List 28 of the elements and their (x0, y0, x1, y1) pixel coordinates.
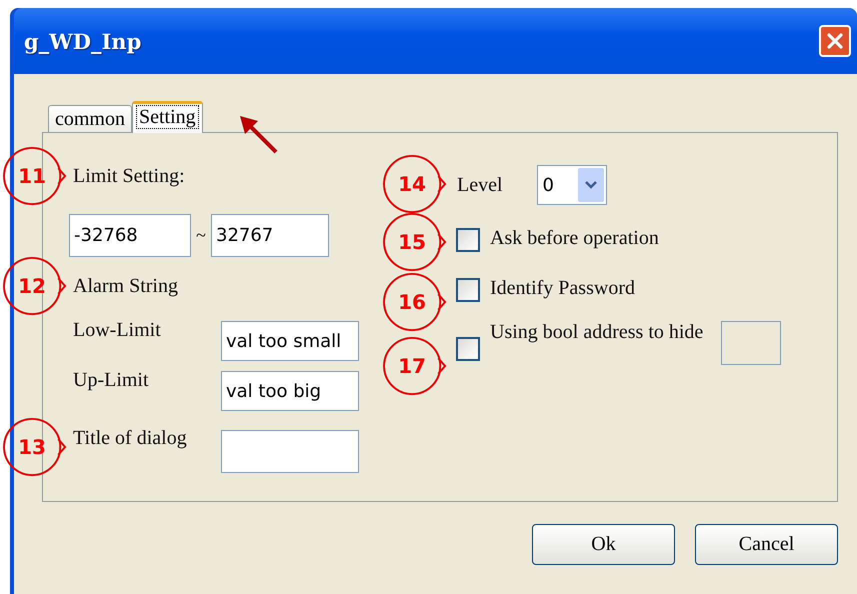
title-of-dialog-label: Title of dialog (73, 427, 187, 450)
max-input-field[interactable]: 32767 (211, 214, 329, 257)
close-button[interactable] (819, 25, 851, 57)
message-input-field[interactable]: val too big (221, 371, 359, 411)
chevron-down-icon (584, 181, 597, 189)
message-input-field[interactable]: val too small (221, 321, 359, 361)
checkbox[interactable] (456, 278, 480, 302)
address-input-field[interactable] (721, 321, 782, 365)
checkbox-label: Ask before operation (490, 226, 659, 250)
level-dropdown[interactable]: 0 (536, 165, 607, 205)
dialog-button[interactable]: Ok (532, 524, 675, 565)
checkbox-label: Identify Password (490, 276, 635, 300)
limit-setting-label: Limit Setting: (73, 164, 185, 188)
checkbox-label: Using bool address to hide (490, 321, 704, 344)
field-label: Low-Limit (73, 319, 161, 342)
field-label: Up-Limit (73, 369, 149, 392)
dialog-button[interactable]: Cancel (695, 524, 838, 565)
checkbox[interactable] (456, 337, 480, 361)
min-input-field[interactable]: -32768 (69, 214, 191, 257)
dialog-title-input-field[interactable] (221, 430, 359, 473)
checkbox[interactable] (456, 228, 480, 252)
window-title: g_WD_Inp (24, 28, 142, 54)
alarm-string-label: Alarm String (73, 274, 178, 298)
tab[interactable]: Setting (132, 101, 203, 133)
level-label: Level (457, 174, 503, 196)
range-separator: ~ (195, 225, 207, 246)
tab[interactable]: common (48, 105, 132, 132)
close-icon (825, 31, 845, 51)
